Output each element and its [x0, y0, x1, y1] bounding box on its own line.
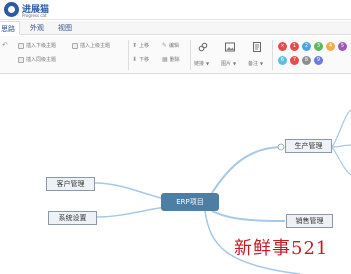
link-button[interactable]: 链接 ▼ — [194, 60, 209, 67]
link-label: 链接 — [194, 61, 205, 67]
insert-parent-button[interactable]: 插入上级主题 — [72, 42, 110, 49]
edit-icon: ✎ — [162, 42, 168, 49]
image-button[interactable]: 图片 ▼ — [221, 60, 236, 67]
note-label: 备注 — [248, 61, 259, 67]
ribbon-divider — [190, 40, 191, 70]
priority-5-icon[interactable]: 5 — [338, 42, 347, 51]
edit-label: 编辑 — [169, 43, 180, 49]
priority-1-icon[interactable]: 1 — [290, 42, 299, 51]
tab-idea[interactable]: 思路 — [0, 21, 20, 35]
app-logo-icon — [4, 2, 19, 17]
topic-production-management[interactable]: 生产管理 — [285, 139, 332, 153]
priority-remove-icon[interactable]: × — [278, 42, 287, 51]
ribbon-tabs: 思路 外观 视图 — [0, 21, 351, 35]
move-up-button[interactable]: ⬆ 上移 — [132, 42, 149, 49]
priority-4-icon[interactable]: 4 — [326, 42, 335, 51]
insert-child-icon — [18, 42, 24, 49]
ribbon-divider — [272, 40, 273, 70]
priority-8-icon[interactable]: 8 — [302, 56, 311, 65]
image-label: 图片 — [221, 61, 232, 67]
delete-label: 删除 — [169, 57, 180, 63]
central-topic[interactable]: ERP项目 — [161, 193, 219, 211]
note-button[interactable]: 备注 ▼ — [248, 60, 263, 67]
insert-parent-icon — [72, 42, 78, 49]
priority-2-icon[interactable]: 2 — [302, 42, 311, 51]
tab-appearance[interactable]: 外观 — [30, 21, 44, 35]
insert-child-label: 插入下级主题 — [26, 43, 57, 49]
arrow-down-icon: ⬇ — [132, 56, 138, 63]
tab-view[interactable]: 视图 — [58, 21, 72, 35]
undo-icon: ↶ — [2, 41, 8, 49]
watermark-text: 新鲜事521 — [234, 238, 329, 259]
chevron-down-icon: ▼ — [233, 61, 237, 66]
edit-button[interactable]: ✎ 编辑 — [162, 42, 179, 49]
ribbon-toolbar: ↶ 插入下级主题 插入上级主题 插入同级主题 ⬆ 上移 ⬇ 下移 ✎ 编辑 ▦ … — [0, 36, 351, 74]
arrow-up-icon: ⬆ — [132, 42, 138, 49]
move-down-label: 下移 — [139, 57, 150, 63]
topic-sales-management[interactable]: 销售管理 — [286, 214, 333, 228]
note-icon[interactable] — [252, 42, 262, 52]
image-icon[interactable] — [225, 42, 235, 52]
insert-sibling-button[interactable]: 插入同级主题 — [18, 56, 56, 63]
priority-9-icon[interactable]: 9 — [314, 56, 323, 65]
app-subtitle: Progress cat — [22, 13, 47, 18]
title-bar: 进展猫 Progress cat — [0, 0, 351, 20]
topic-system-settings[interactable]: 系统设置 — [48, 211, 97, 225]
ribbon-divider — [128, 40, 129, 70]
move-up-label: 上移 — [139, 43, 150, 49]
priority-6-icon[interactable]: 6 — [278, 56, 287, 65]
link-icon[interactable] — [198, 42, 208, 52]
priority-3-icon[interactable]: 3 — [314, 42, 323, 51]
insert-parent-label: 插入上级主题 — [80, 43, 111, 49]
move-down-button[interactable]: ⬇ 下移 — [132, 56, 149, 63]
insert-child-button[interactable]: 插入下级主题 — [18, 42, 56, 49]
delete-icon: ▦ — [162, 56, 168, 63]
insert-sibling-icon — [18, 56, 24, 63]
insert-sibling-label: 插入同级主题 — [26, 57, 57, 63]
chevron-down-icon: ▼ — [260, 61, 264, 66]
priority-7-icon[interactable]: 7 — [290, 56, 299, 65]
chevron-down-icon: ▼ — [206, 61, 210, 66]
undo-button[interactable]: ↶ — [2, 41, 8, 49]
delete-button[interactable]: ▦ 删除 — [162, 56, 180, 63]
topic-customer-management[interactable]: 客户管理 — [46, 177, 95, 191]
